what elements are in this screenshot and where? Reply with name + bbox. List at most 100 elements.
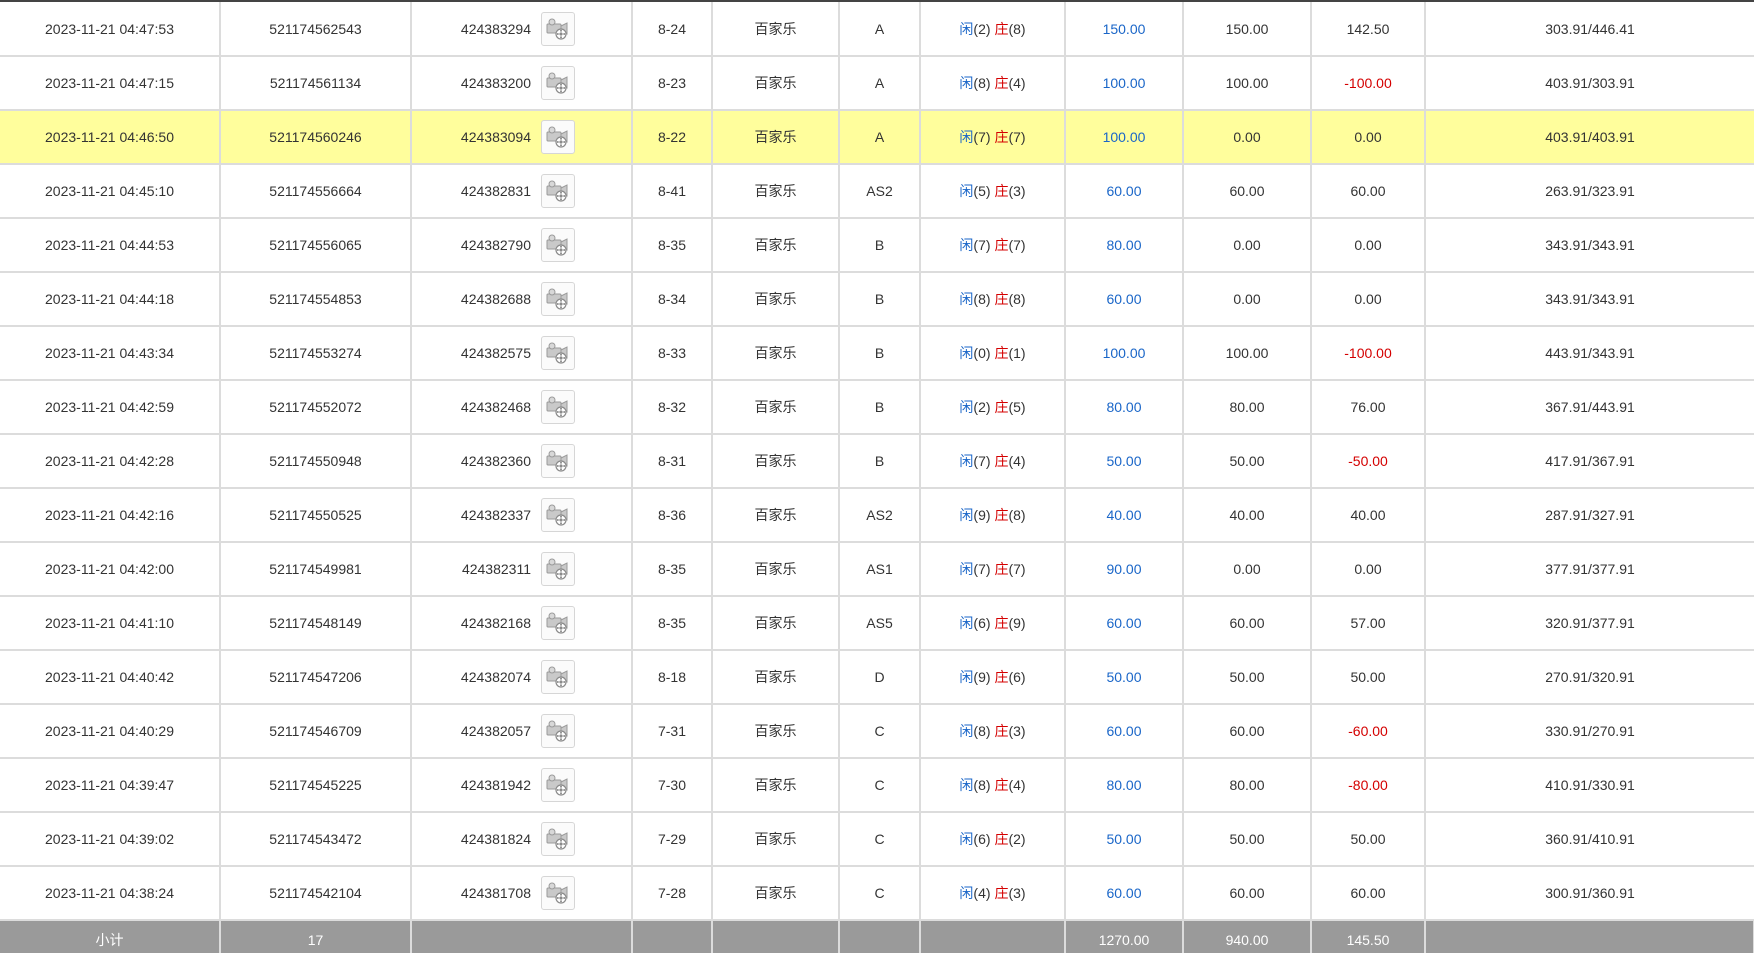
round-detail-button[interactable] (541, 228, 575, 262)
game-type-cell: 百家乐 (712, 704, 840, 759)
game-type-cell: 百家乐 (712, 272, 840, 327)
win-loss-cell: -80.00 (1311, 758, 1426, 813)
balance-before-after: 263.91/323.91 (1545, 183, 1635, 199)
shoe-round: 8-18 (657, 669, 687, 685)
table-code: A (874, 20, 885, 37)
game-type-cell: 百家乐 (712, 164, 840, 219)
table-row: 2023-11-21 04:47:53 521174562543 4243832… (0, 2, 1754, 57)
balance-cell: 330.91/270.91 (1425, 704, 1754, 759)
shoe-round-cell: 8-33 (632, 326, 713, 381)
player-label: 闲 (959, 129, 974, 145)
valid-bet: 80.00 (1229, 399, 1265, 415)
table-row: 2023-11-21 04:46:50 521174560246 4243830… (0, 110, 1754, 165)
round-detail-button[interactable] (541, 498, 575, 532)
round-number-cell: 424382831 (411, 164, 633, 219)
shoe-round: 8-36 (657, 507, 687, 523)
order-number: 521174548149 (269, 615, 362, 631)
order-number: 521174542104 (269, 885, 362, 901)
win-loss: 57.00 (1350, 615, 1386, 631)
shoe-round-cell: 7-29 (632, 812, 713, 867)
round-number-cell: 424382311 (411, 542, 633, 597)
player-score: (7) (973, 237, 991, 253)
table-body: 2023-11-21 04:47:53 521174562543 4243832… (0, 2, 1754, 921)
valid-bet-cell: 0.00 (1183, 272, 1312, 327)
round-detail-button[interactable] (541, 174, 575, 208)
valid-bet: 80.00 (1229, 777, 1265, 793)
banker-label: 庄 (994, 345, 1009, 361)
round-detail-button[interactable] (541, 714, 575, 748)
video-camera-icon (546, 558, 568, 580)
table-code-cell: A (839, 2, 921, 57)
win-loss: -100.00 (1344, 75, 1392, 91)
valid-bet: 60.00 (1229, 723, 1265, 739)
shoe-round-cell: 8-24 (632, 2, 713, 57)
banker-score: (8) (1008, 20, 1026, 37)
round-detail-button[interactable] (541, 390, 575, 424)
round-number: 424382057 (460, 723, 531, 739)
win-loss: -80.00 (1348, 777, 1388, 793)
round-detail-button[interactable] (541, 11, 575, 46)
table-code-cell: AS1 (839, 542, 921, 597)
bet-amount: 50.00 (1106, 669, 1142, 685)
order-number-cell: 521174550948 (220, 434, 412, 489)
bet-time: 2023-11-21 04:39:02 (45, 831, 174, 847)
order-number-cell: 521174556065 (220, 218, 412, 273)
player-score: (9) (973, 669, 991, 685)
player-label: 闲 (959, 20, 974, 37)
player-score: (8) (973, 75, 991, 91)
bet-time: 2023-11-21 04:44:53 (45, 237, 174, 253)
balance-before-after: 287.91/327.91 (1545, 507, 1635, 523)
balance-before-after: 443.91/343.91 (1545, 345, 1635, 361)
video-camera-icon (546, 18, 568, 40)
round-detail-button[interactable] (541, 282, 575, 316)
win-loss-cell: 0.00 (1311, 218, 1426, 273)
shoe-round-cell: 8-31 (632, 434, 713, 489)
balance-cell: 403.91/403.91 (1425, 110, 1754, 165)
table-row: 2023-11-21 04:39:02 521174543472 4243818… (0, 812, 1754, 867)
game-type-cell: 百家乐 (712, 56, 840, 111)
round-number: 424382337 (460, 507, 531, 523)
round-detail-button[interactable] (541, 660, 575, 694)
banker-label: 庄 (994, 237, 1009, 253)
game-type: 百家乐 (754, 20, 797, 37)
banker-score: (7) (1008, 129, 1026, 145)
win-loss: 60.00 (1350, 885, 1386, 901)
bet-amount-cell: 50.00 (1065, 434, 1184, 489)
round-number: 424381824 (460, 831, 531, 847)
round-detail-button[interactable] (541, 444, 575, 478)
round-detail-button[interactable] (541, 768, 575, 802)
video-camera-icon (546, 126, 568, 148)
subtotal-empty-result (920, 920, 1066, 953)
round-detail-button[interactable] (541, 552, 575, 586)
player-label: 闲 (959, 561, 974, 577)
round-number-cell: 424382468 (411, 380, 633, 435)
player-label: 闲 (959, 453, 974, 469)
order-number-cell: 521174554853 (220, 272, 412, 327)
bet-time-cell: 2023-11-21 04:43:34 (0, 326, 221, 381)
player-label: 闲 (959, 885, 974, 901)
bet-time-cell: 2023-11-21 04:47:53 (0, 2, 221, 57)
round-detail-button[interactable] (541, 336, 575, 370)
round-detail-button[interactable] (541, 822, 575, 856)
bet-amount-cell: 60.00 (1065, 596, 1184, 651)
game-type-cell: 百家乐 (712, 542, 840, 597)
bet-amount-cell: 150.00 (1065, 2, 1184, 57)
banker-label: 庄 (994, 75, 1009, 91)
subtotal-empty-balance (1425, 920, 1754, 953)
game-result-cell: 闲(6) 庄(9) (920, 596, 1066, 651)
round-detail-button[interactable] (541, 120, 575, 154)
game-type: 百家乐 (754, 129, 797, 145)
table-code: AS2 (866, 507, 893, 523)
order-number: 521174550948 (269, 453, 362, 469)
round-number-cell: 424382360 (411, 434, 633, 489)
round-detail-button[interactable] (541, 876, 575, 910)
player-score: (6) (973, 615, 991, 631)
shoe-round-cell: 7-30 (632, 758, 713, 813)
win-loss: -60.00 (1348, 723, 1388, 739)
round-detail-button[interactable] (541, 606, 575, 640)
game-result-cell: 闲(6) 庄(2) (920, 812, 1066, 867)
bet-amount: 100.00 (1102, 345, 1146, 361)
round-number-cell: 424383200 (411, 56, 633, 111)
round-detail-button[interactable] (541, 66, 575, 100)
win-loss: 142.50 (1346, 20, 1390, 37)
